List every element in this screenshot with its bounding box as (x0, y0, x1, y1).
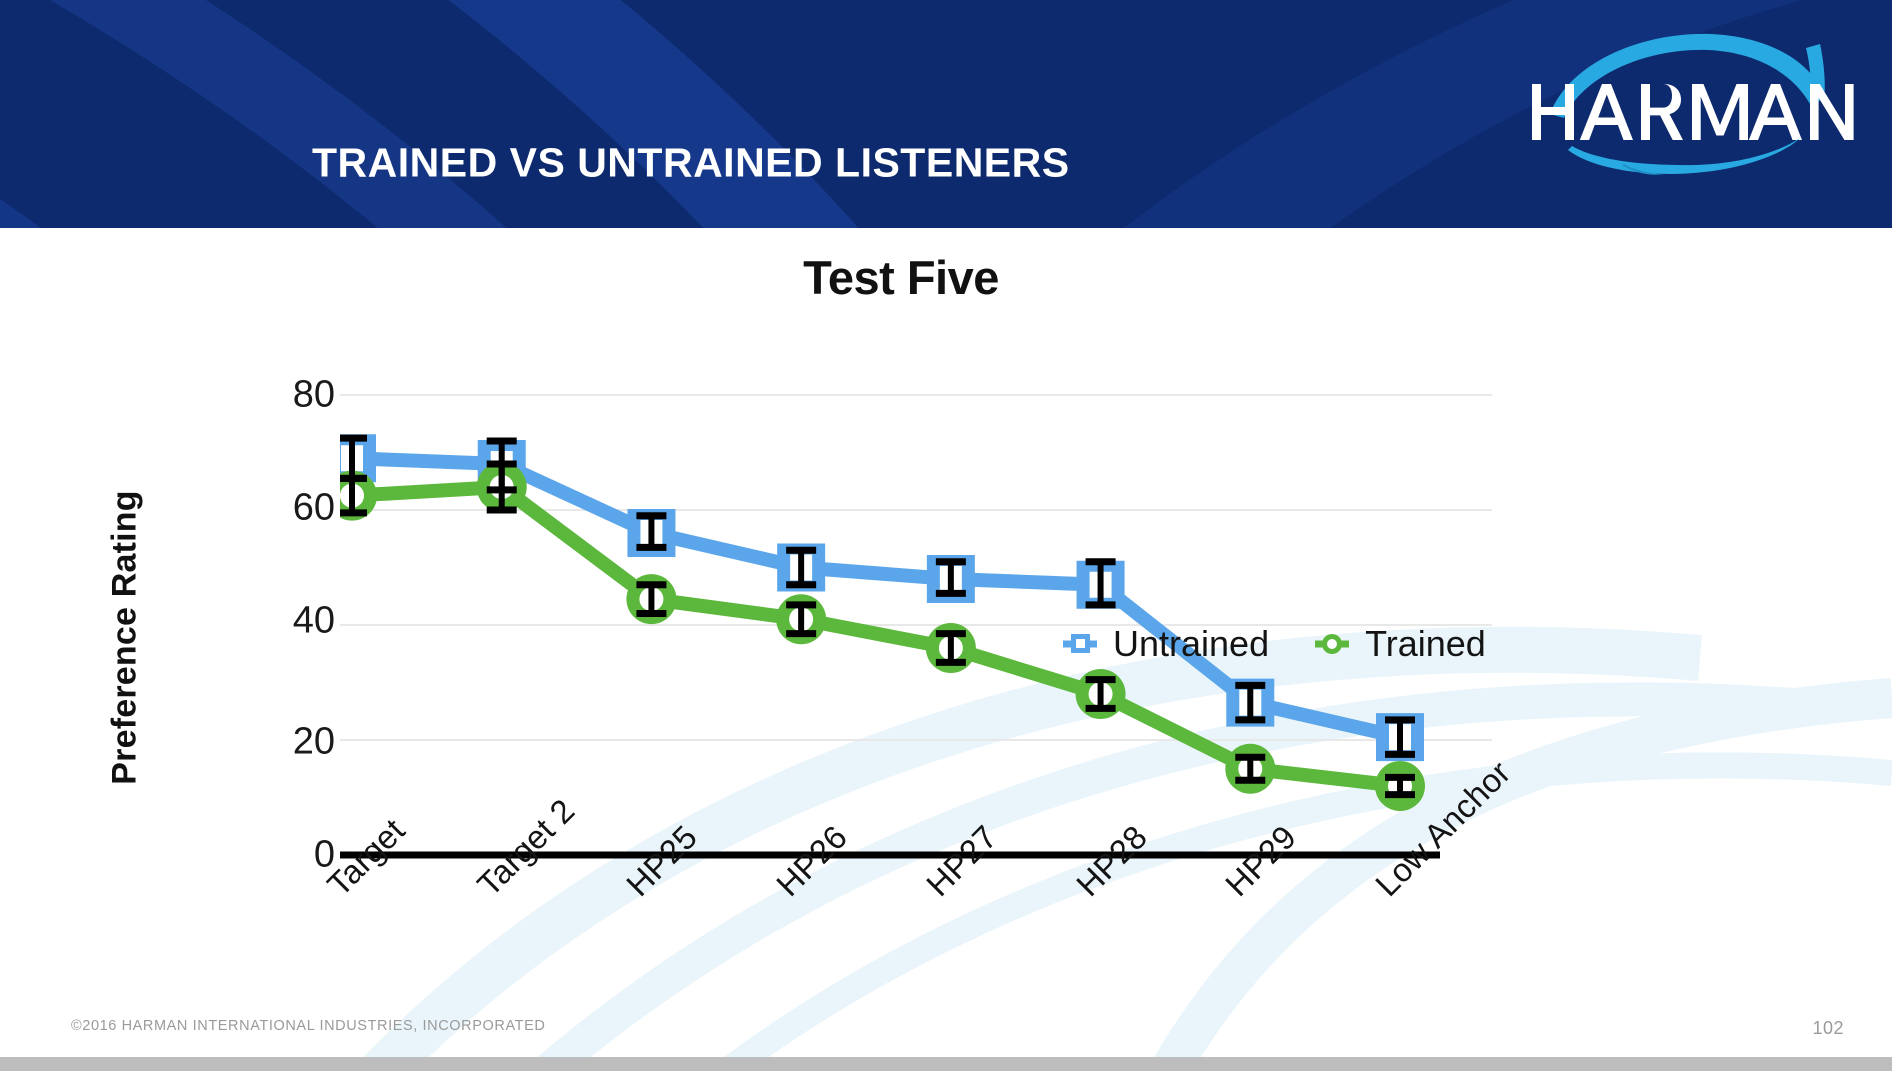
harman-logo (1524, 28, 1854, 176)
chart: Test Five Preference Rating 80 60 40 20 … (0, 228, 1892, 1058)
x-axis-labels: Target Target 2 HP25 HP26 HP27 HP28 HP29 Low An… (0, 228, 1892, 1058)
x-tick-label: HP29 (1218, 818, 1304, 904)
x-tick-label: HP28 (1068, 818, 1154, 904)
x-tick-label: Target 2 (469, 791, 582, 904)
copyright-notice: ©2016 HARMAN INTERNATIONAL INDUSTRIES, I… (71, 1018, 546, 1034)
x-tick-label: HP27 (918, 818, 1004, 904)
page-number: 102 (1812, 1018, 1844, 1038)
page-title: TRAINED VS UNTRAINED LISTENERS (312, 139, 1070, 186)
footer-bar (0, 1057, 1892, 1071)
x-tick-label: Target (320, 811, 412, 904)
slide-header: TRAINED VS UNTRAINED LISTENERS (0, 0, 1892, 228)
x-tick-label: HP26 (769, 818, 855, 904)
x-tick-label: Low Anchor (1368, 753, 1518, 904)
x-tick-label: HP25 (619, 818, 705, 904)
